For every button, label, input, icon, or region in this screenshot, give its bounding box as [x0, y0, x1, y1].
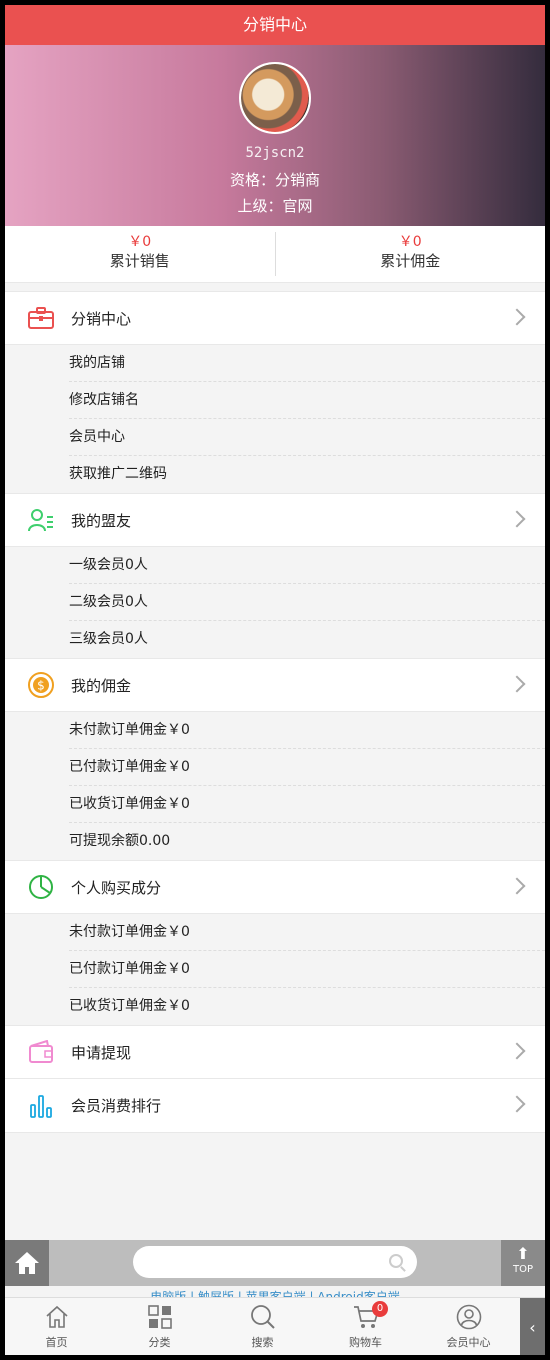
username: 52jscn2: [245, 145, 305, 161]
section-member-ranking[interactable]: 会员消费排行: [5, 1079, 545, 1133]
stat-total-commission[interactable]: ￥0 累计佣金: [274, 232, 546, 276]
list-item[interactable]: 已付款订单佣金￥0: [69, 951, 545, 988]
chevron-right-icon: [508, 308, 526, 326]
qualification-text: 资格：分销商: [229, 171, 320, 189]
bottom-search-bar: ⬆ TOP: [5, 1240, 545, 1286]
pie-chart-icon: [27, 873, 55, 901]
section-title: 个人购买成分: [71, 878, 162, 897]
briefcase-icon: [27, 304, 55, 332]
svg-text:$: $: [37, 679, 45, 693]
section-distribution-center[interactable]: 分销中心: [5, 291, 545, 345]
cart-badge: 0: [372, 1301, 388, 1317]
header-bar: 分销中心: [5, 5, 545, 45]
stat-amount: ￥0: [128, 234, 152, 250]
app-screen: 分销中心 52jscn2 资格：分销商 上级：官网 ￥0 累计销售 ￥0 累计佣…: [5, 5, 545, 1355]
stat-total-sales[interactable]: ￥0 累计销售: [5, 226, 275, 282]
section-my-allies[interactable]: 我的盟友: [5, 493, 545, 547]
section-items: 未付款订单佣金￥0 已付款订单佣金￥0 已收货订单佣金￥0 可提现余额0.00: [5, 712, 545, 860]
chevron-right-icon: [508, 675, 526, 693]
dollar-coin-icon: $: [27, 671, 55, 699]
stat-amount: ￥0: [398, 234, 422, 250]
stats-row: ￥0 累计销售 ￥0 累计佣金: [5, 226, 545, 283]
chevron-right-icon: [508, 1042, 526, 1060]
list-item[interactable]: 已收货订单佣金￥0: [69, 988, 545, 1025]
stat-label: 累计佣金: [380, 252, 441, 270]
list-item[interactable]: 未付款订单佣金￥0: [69, 914, 545, 951]
tab-label: 首页: [45, 1336, 68, 1349]
section-my-commission[interactable]: $ 我的佣金: [5, 658, 545, 712]
search-icon: [211, 1304, 314, 1330]
tab-member-center[interactable]: 会员中心: [417, 1298, 520, 1355]
bar-chart-icon: [27, 1092, 55, 1120]
list-item[interactable]: 可提现余额0.00: [69, 823, 545, 860]
search-input[interactable]: [133, 1246, 417, 1278]
tab-label: 购物车: [349, 1336, 382, 1349]
chevron-right-icon: [508, 1095, 526, 1113]
search-icon[interactable]: [389, 1254, 403, 1268]
list-item[interactable]: 获取推广二维码: [69, 456, 545, 493]
section-personal-purchase[interactable]: 个人购买成分: [5, 860, 545, 914]
section-title: 申请提现: [71, 1043, 132, 1062]
grid-icon: [108, 1304, 211, 1330]
list-item[interactable]: 一级会员0人: [69, 547, 545, 584]
arrow-up-icon: ⬆: [516, 1244, 530, 1263]
tab-search[interactable]: 搜索: [211, 1298, 314, 1355]
tab-category[interactable]: 分类: [108, 1298, 211, 1355]
list-item[interactable]: 未付款订单佣金￥0: [69, 712, 545, 749]
home-icon: [15, 1252, 39, 1274]
superior-text: 上级：官网: [237, 197, 313, 215]
tab-label: 会员中心: [446, 1336, 491, 1349]
home-button[interactable]: [5, 1240, 49, 1286]
section-items: 一级会员0人 二级会员0人 三级会员0人: [5, 547, 545, 658]
list-item[interactable]: 二级会员0人: [69, 584, 545, 621]
stat-label: 累计销售: [109, 252, 170, 270]
tab-label: 搜索: [251, 1336, 274, 1349]
chevron-left-icon: ‹: [529, 1317, 536, 1337]
section-title: 我的盟友: [71, 511, 132, 530]
tab-cart[interactable]: 0 购物车: [314, 1298, 417, 1355]
back-to-top-button[interactable]: ⬆ TOP: [501, 1240, 545, 1286]
section-title: 分销中心: [71, 309, 132, 328]
tab-home[interactable]: 首页: [5, 1298, 108, 1355]
section-items: 未付款订单佣金￥0 已付款订单佣金￥0 已收货订单佣金￥0: [5, 914, 545, 1025]
list-item[interactable]: 已付款订单佣金￥0: [69, 749, 545, 786]
user-circle-icon: [417, 1304, 520, 1330]
section-title: 我的佣金: [71, 676, 132, 695]
top-label: TOP: [512, 1264, 533, 1275]
profile-banner: 52jscn2 资格：分销商 上级：官网: [5, 45, 545, 226]
section-apply-withdrawal[interactable]: 申请提现: [5, 1025, 545, 1079]
home-icon: [5, 1304, 108, 1330]
avatar[interactable]: [239, 62, 311, 134]
section-items: 我的店铺 修改店铺名 会员中心 获取推广二维码: [5, 345, 545, 493]
list-item[interactable]: 我的店铺: [69, 345, 545, 382]
list-item[interactable]: 三级会员0人: [69, 621, 545, 658]
collapse-arrow-button[interactable]: ‹: [520, 1298, 545, 1355]
cart-icon: [314, 1304, 417, 1330]
chevron-right-icon: [508, 510, 526, 528]
list-item[interactable]: 修改店铺名: [69, 382, 545, 419]
tab-bar: 首页 分类 搜索 0 购物车 会员中心 ‹: [5, 1297, 545, 1355]
tab-label: 分类: [148, 1336, 171, 1349]
page-title: 分销中心: [242, 15, 307, 34]
list-item[interactable]: 会员中心: [69, 419, 545, 456]
people-list-icon: [27, 506, 55, 534]
list-item[interactable]: 已收货订单佣金￥0: [69, 786, 545, 823]
chevron-right-icon: [508, 877, 526, 895]
wallet-icon: [27, 1038, 55, 1066]
section-title: 会员消费排行: [71, 1097, 162, 1115]
